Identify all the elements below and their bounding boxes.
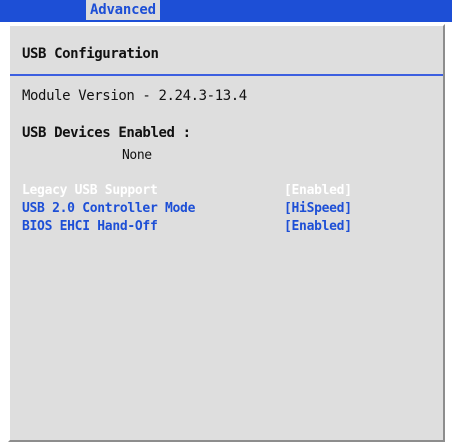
option-bios-ehci-hand-off[interactable]: BIOS EHCI Hand-Off [Enabled]	[22, 219, 432, 236]
usb-devices-enabled-value: None	[122, 148, 152, 163]
panel-title: USB Configuration	[22, 46, 159, 62]
usb-devices-enabled-label: USB Devices Enabled :	[22, 125, 191, 141]
title-divider	[10, 74, 443, 76]
module-version-text: Module Version - 2.24.3-13.4	[22, 88, 247, 104]
option-usb20-controller-mode[interactable]: USB 2.0 Controller Mode [HiSpeed]	[22, 201, 432, 218]
option-label: Legacy USB Support	[22, 183, 158, 198]
option-label: USB 2.0 Controller Mode	[22, 201, 196, 216]
option-value[interactable]: [HiSpeed]	[284, 201, 352, 216]
settings-panel: USB Configuration Module Version - 2.24.…	[8, 24, 445, 442]
tab-advanced[interactable]: Advanced	[86, 0, 160, 20]
top-menu-bar: Advanced	[0, 0, 452, 22]
option-value[interactable]: [Enabled]	[284, 183, 352, 198]
option-legacy-usb-support[interactable]: Legacy USB Support [Enabled]	[22, 183, 432, 200]
option-label: BIOS EHCI Hand-Off	[22, 219, 158, 234]
option-value[interactable]: [Enabled]	[284, 219, 352, 234]
